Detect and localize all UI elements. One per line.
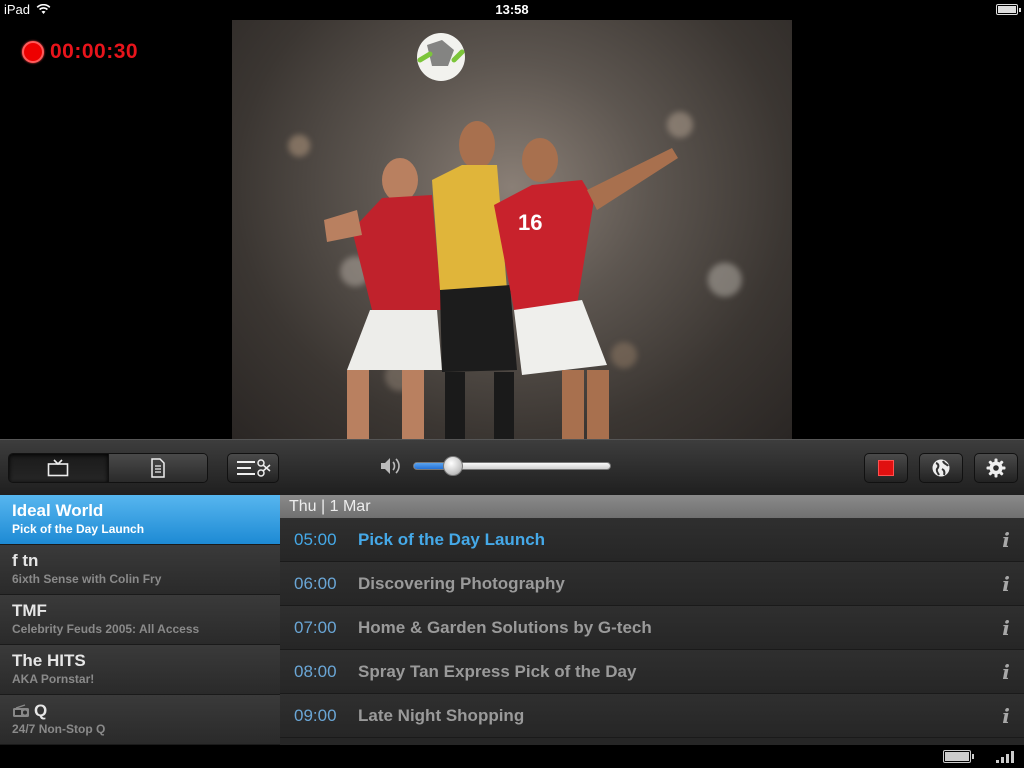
- channel-item[interactable]: f tn 6ixth Sense with Colin Fry: [0, 545, 280, 595]
- tv-view-button[interactable]: [9, 454, 108, 482]
- channel-program: Pick of the Day Launch: [12, 522, 145, 536]
- battery-level-icon: [943, 750, 974, 763]
- info-icon[interactable]: i: [988, 572, 1024, 596]
- info-icon[interactable]: i: [988, 660, 1024, 684]
- recording-time: 00:00:30: [50, 40, 139, 63]
- volume-slider[interactable]: [413, 456, 611, 476]
- guide-view-button[interactable]: [107, 454, 207, 482]
- channel-name: Ideal World: [12, 501, 104, 520]
- gear-icon: [986, 458, 1006, 478]
- signal-strength-icon: [996, 750, 1014, 763]
- bottom-status-strip: [0, 745, 1024, 768]
- recording-indicator: 00:00:30: [22, 40, 138, 64]
- list-scissors-icon: [237, 459, 271, 477]
- schedule-row[interactable]: 09:00 Late Night Shopping i: [280, 694, 1024, 738]
- video-player[interactable]: 16: [232, 20, 792, 439]
- stop-recording-button[interactable]: [864, 453, 908, 483]
- info-icon[interactable]: i: [988, 616, 1024, 640]
- document-icon: [151, 458, 165, 478]
- channel-program: AKA Pornstar!: [12, 672, 95, 686]
- program-time: 09:00: [294, 705, 337, 725]
- channel-item[interactable]: The HITS AKA Pornstar!: [0, 645, 280, 695]
- status-time: 13:58: [495, 2, 529, 17]
- info-icon[interactable]: i: [988, 704, 1024, 728]
- speaker-icon: [381, 458, 400, 474]
- edit-list-button[interactable]: [227, 453, 279, 483]
- program-time: 06:00: [294, 573, 337, 593]
- channel-name: Q: [34, 701, 48, 720]
- channel-item[interactable]: Q 24/7 Non-Stop Q: [0, 695, 280, 745]
- channel-name: The HITS: [12, 651, 86, 670]
- schedule-row[interactable]: 05:00 Pick of the Day Launch i: [280, 518, 1024, 562]
- view-segmented-control: [8, 453, 208, 483]
- schedule-panel: Thu | 1 Mar 05:00 Pick of the Day Launch…: [280, 495, 1024, 745]
- schedule-date: Thu | 1 Mar: [280, 495, 1024, 518]
- program-time: 08:00: [294, 661, 337, 681]
- channel-name: f tn: [12, 551, 39, 570]
- svg-text:16: 16: [518, 210, 542, 235]
- channel-item[interactable]: TMF Celebrity Feuds 2005: All Access: [0, 595, 280, 645]
- settings-button[interactable]: [974, 453, 1018, 483]
- status-bar: iPad 13:58: [0, 0, 1024, 20]
- globe-icon: [932, 459, 950, 477]
- radio-icon: [13, 704, 29, 717]
- schedule-row[interactable]: 07:00 Home & Garden Solutions by G-tech …: [280, 606, 1024, 650]
- program-title: Late Night Shopping: [358, 705, 525, 725]
- schedule-row[interactable]: 08:00 Spray Tan Express Pick of the Day …: [280, 650, 1024, 694]
- program-title: Discovering Photography: [358, 573, 565, 593]
- channel-program: Celebrity Feuds 2005: All Access: [12, 622, 200, 636]
- record-dot-icon: [22, 41, 44, 63]
- program-time: 07:00: [294, 617, 337, 637]
- channel-name: TMF: [12, 601, 47, 620]
- program-title: Home & Garden Solutions by G-tech: [358, 617, 652, 637]
- channel-program: 6ixth Sense with Colin Fry: [12, 572, 162, 586]
- schedule-row[interactable]: 06:00 Discovering Photography i: [280, 562, 1024, 606]
- tv-icon: [47, 459, 69, 477]
- program-title: Spray Tan Express Pick of the Day: [358, 661, 637, 681]
- channel-program: 24/7 Non-Stop Q: [12, 722, 106, 736]
- channel-item[interactable]: Ideal World Pick of the Day Launch: [0, 495, 280, 545]
- globe-button[interactable]: [919, 453, 963, 483]
- stop-icon: [878, 460, 894, 476]
- program-time: 05:00: [294, 529, 337, 549]
- program-title: Pick of the Day Launch: [358, 529, 546, 549]
- battery-icon: [996, 4, 1021, 15]
- channel-name-row: Q: [12, 701, 268, 721]
- video-frame: 16: [324, 33, 678, 439]
- channel-list: Ideal World Pick of the Day Launch f tn …: [0, 495, 280, 745]
- info-icon[interactable]: i: [988, 528, 1024, 552]
